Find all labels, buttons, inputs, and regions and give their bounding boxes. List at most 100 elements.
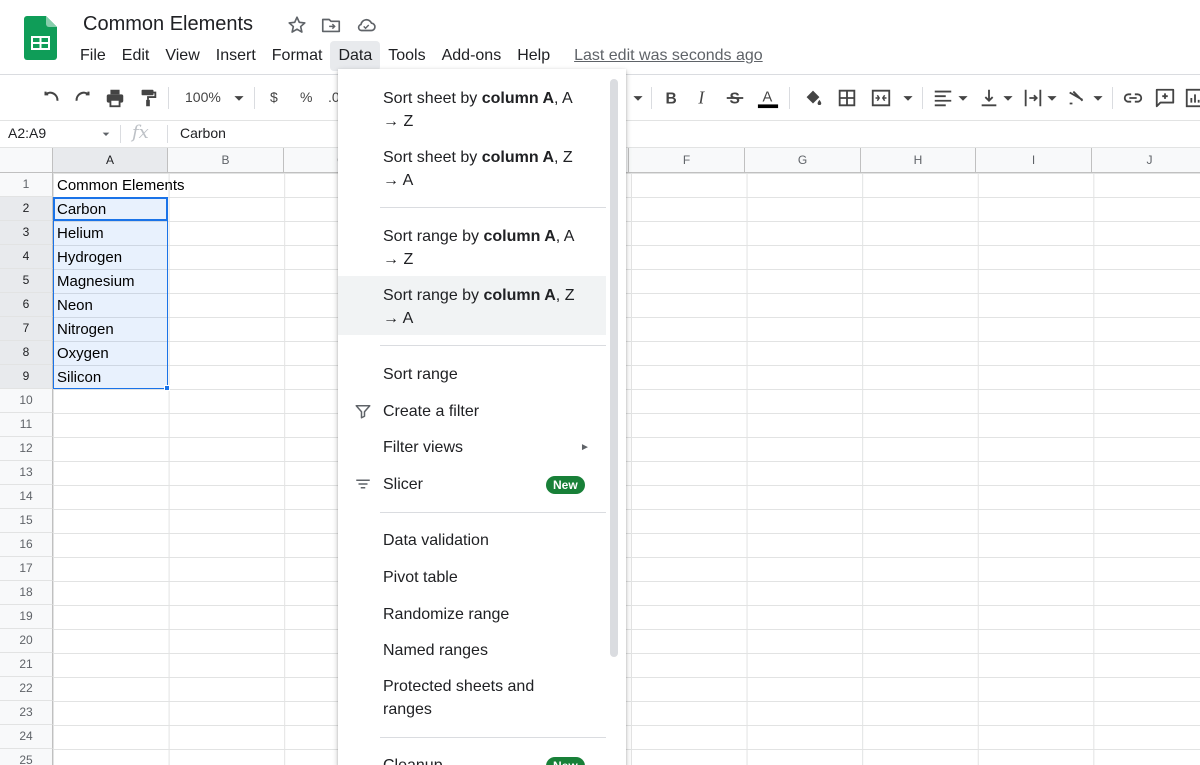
row-header[interactable]: 12 (0, 437, 53, 461)
row-header[interactable]: 17 (0, 557, 53, 581)
format-currency-button[interactable]: $ (270, 89, 278, 105)
cell-a1[interactable]: Common Elements (57, 174, 185, 198)
text-rotation-icon[interactable] (1066, 87, 1088, 109)
print-icon[interactable] (104, 87, 126, 109)
row-header[interactable]: 21 (0, 653, 53, 677)
chevron-down-icon[interactable] (228, 87, 250, 109)
undo-icon[interactable] (40, 87, 62, 109)
row-header[interactable]: 2 (0, 197, 53, 221)
chevron-down-icon[interactable] (1041, 87, 1063, 109)
bold-icon[interactable]: B (660, 87, 682, 109)
name-box[interactable]: A2:A9 (8, 125, 46, 141)
menu-data[interactable]: Data (330, 41, 381, 71)
last-edit-link[interactable]: Last edit was seconds ago (574, 47, 763, 65)
row-header[interactable]: 8 (0, 341, 53, 365)
cell-area[interactable] (53, 173, 1200, 765)
row-header[interactable]: 11 (0, 413, 53, 437)
menu-help[interactable]: Help (509, 41, 558, 71)
row-header[interactable]: 10 (0, 389, 53, 413)
column-header-j[interactable]: J (1092, 148, 1200, 173)
cell-a3[interactable]: Helium (57, 222, 104, 246)
chevron-down-icon[interactable] (98, 126, 114, 142)
paint-format-icon[interactable] (137, 87, 159, 109)
row-header[interactable]: 9 (0, 365, 53, 389)
menu-insert[interactable]: Insert (208, 41, 264, 71)
row-header[interactable]: 16 (0, 533, 53, 557)
menu-format[interactable]: Format (264, 41, 331, 71)
column-header-h[interactable]: H (861, 148, 976, 173)
named-ranges-item[interactable]: Named ranges (338, 639, 606, 665)
cell-a5[interactable]: Magnesium (57, 270, 135, 294)
column-header-b[interactable]: B (168, 148, 284, 173)
document-title[interactable]: Common Elements (83, 13, 253, 36)
menu-file[interactable]: File (72, 41, 114, 71)
redo-icon[interactable] (72, 87, 94, 109)
row-header[interactable]: 4 (0, 245, 53, 269)
row-header[interactable]: 24 (0, 725, 53, 749)
cell-a9[interactable]: Silicon (57, 366, 101, 390)
sort-range-z-a-item[interactable]: Sort range by column A, Z → A (338, 276, 606, 335)
cloud-status-icon[interactable] (355, 14, 377, 36)
formula-input[interactable]: Carbon (180, 125, 226, 141)
cell-a8[interactable]: Oxygen (57, 342, 109, 366)
column-header-g[interactable]: G (745, 148, 861, 173)
cell-a7[interactable]: Nitrogen (57, 318, 114, 342)
row-header[interactable]: 22 (0, 677, 53, 701)
insert-chart-icon[interactable] (1184, 87, 1200, 109)
borders-icon[interactable] (836, 87, 858, 109)
menu-scrollbar[interactable] (610, 79, 618, 657)
filter-views-item[interactable]: Filter views (338, 436, 606, 462)
row-header[interactable]: 5 (0, 269, 53, 293)
data-validation-item[interactable]: Data validation (338, 529, 606, 555)
row-header[interactable]: 1 (0, 173, 53, 197)
create-filter-item[interactable]: Create a filter (338, 400, 606, 426)
sort-sheet-a-z-item[interactable]: Sort sheet by column A, A → Z (338, 85, 606, 137)
chevron-down-icon[interactable] (952, 87, 974, 109)
chevron-down-icon[interactable] (627, 87, 649, 109)
randomize-range-item[interactable]: Randomize range (338, 603, 606, 629)
sort-range-a-z-item[interactable]: Sort range by column A, A → Z (338, 223, 606, 275)
insert-link-icon[interactable] (1122, 87, 1144, 109)
fill-color-icon[interactable] (802, 87, 824, 109)
row-header[interactable]: 15 (0, 509, 53, 533)
menu-tools[interactable]: Tools (380, 41, 433, 71)
insert-comment-icon[interactable] (1154, 87, 1176, 109)
cell-a2[interactable]: Carbon (57, 198, 106, 222)
strikethrough-icon[interactable]: S (724, 87, 746, 109)
sheets-logo-icon[interactable] (24, 16, 57, 60)
row-header[interactable]: 7 (0, 317, 53, 341)
row-header[interactable]: 13 (0, 461, 53, 485)
row-header[interactable]: 25 (0, 749, 53, 765)
zoom-select[interactable]: 100% (185, 89, 221, 105)
row-header[interactable]: 19 (0, 605, 53, 629)
cell-a4[interactable]: Hydrogen (57, 246, 122, 270)
column-header-f[interactable]: F (629, 148, 745, 173)
sort-sheet-z-a-item[interactable]: Sort sheet by column A, Z → A (338, 144, 606, 196)
column-header-i[interactable]: I (976, 148, 1092, 173)
horizontal-align-icon[interactable] (932, 87, 954, 109)
sort-range-item[interactable]: Sort range (338, 363, 606, 389)
merge-cells-icon[interactable] (870, 87, 892, 109)
chevron-down-icon[interactable] (1087, 87, 1109, 109)
row-header[interactable]: 6 (0, 293, 53, 317)
fill-handle[interactable] (164, 385, 170, 391)
chevron-down-icon[interactable] (997, 87, 1019, 109)
pivot-table-item[interactable]: Pivot table (338, 566, 606, 592)
protected-sheets-item[interactable]: Protected sheets and ranges (338, 675, 606, 725)
row-header[interactable]: 18 (0, 581, 53, 605)
row-header[interactable]: 20 (0, 629, 53, 653)
select-all-corner[interactable] (0, 148, 53, 173)
menu-view[interactable]: View (157, 41, 207, 71)
move-to-folder-icon[interactable] (320, 14, 342, 36)
star-icon[interactable] (286, 14, 308, 36)
menu-add-ons[interactable]: Add-ons (434, 41, 510, 71)
row-header[interactable]: 23 (0, 701, 53, 725)
cell-a6[interactable]: Neon (57, 294, 93, 318)
text-color-icon[interactable]: A (757, 87, 779, 109)
italic-icon[interactable]: I (692, 87, 714, 109)
row-header[interactable]: 14 (0, 485, 53, 509)
format-percent-button[interactable]: % (300, 89, 312, 105)
menu-edit[interactable]: Edit (114, 41, 158, 71)
row-header[interactable]: 3 (0, 221, 53, 245)
chevron-down-icon[interactable] (897, 87, 919, 109)
